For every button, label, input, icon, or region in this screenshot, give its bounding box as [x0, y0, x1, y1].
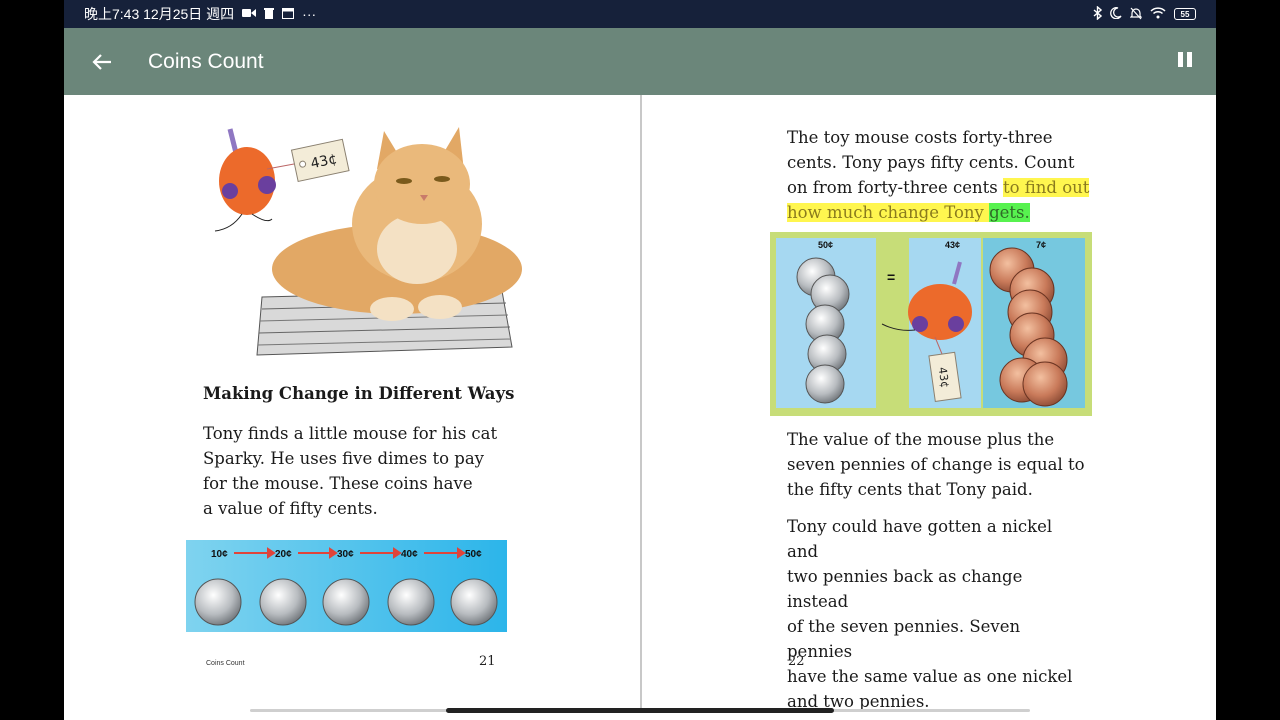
text-line: The value of the mouse plus the — [787, 430, 1055, 449]
left-paragraph: Tony finds a little mouse for his cat Sp… — [203, 421, 503, 521]
text-line: seven pennies of change is equal to — [787, 455, 1085, 474]
dime-label: 20¢ — [275, 549, 292, 560]
dime-coin — [194, 578, 242, 626]
footer-book-title: Coins Count — [206, 660, 245, 667]
dime-coin — [450, 578, 498, 626]
calendar-icon — [282, 7, 295, 21]
highlighted-text: to find out — [1002, 178, 1090, 197]
pause-icon — [1178, 52, 1183, 67]
page-number-left: 21 — [479, 654, 496, 669]
text-line: have the same value as one nickel — [787, 667, 1073, 686]
section-heading: Making Change in Different Ways — [203, 384, 515, 403]
dime-coin — [259, 578, 307, 626]
trash-icon — [264, 7, 275, 21]
equation-label-left: 50¢ — [818, 240, 833, 250]
dime-coin — [387, 578, 435, 626]
toy-mouse-image — [214, 128, 295, 232]
text-line: two pennies back as change instead — [787, 567, 1023, 611]
right-paragraph-3: Tony could have gotten a nickel and two … — [787, 514, 1087, 714]
text-line: the fifty cents that Tony paid. — [787, 480, 1033, 499]
current-word-highlight: gets. — [989, 203, 1030, 222]
moon-icon — [1110, 7, 1122, 21]
text-line: on from forty-three cents to find out — [787, 175, 1090, 200]
bluetooth-icon — [1093, 5, 1103, 22]
status-time: 晚上7:43 12月25日 週四 — [84, 6, 235, 22]
page-number-right: 22 — [788, 654, 805, 669]
dime-label: 50¢ — [465, 549, 482, 560]
text-line: for the mouse. These coins have — [203, 474, 473, 493]
pause-button[interactable] — [1178, 52, 1192, 70]
text-line: how much change Tony gets. — [787, 200, 1087, 225]
text-line: Sparky. He uses five dimes to pay — [203, 449, 485, 468]
bell-muted-icon — [1129, 7, 1143, 22]
arrow-left-icon — [92, 53, 111, 70]
text-line: a value of fifty cents. — [203, 499, 378, 518]
back-button[interactable] — [64, 28, 140, 95]
text-line: Tony could have gotten a nickel and — [787, 517, 1053, 561]
app-title: Coins Count — [148, 49, 264, 73]
more-notifications-icon: ··· — [302, 6, 317, 22]
right-paragraph-2: The value of the mouse plus the seven pe… — [787, 427, 1087, 502]
equals-sign: = — [887, 269, 895, 285]
equation-label-right: 7¢ — [1036, 240, 1046, 250]
dime-coin — [805, 364, 845, 404]
battery-icon: 55 — [1174, 8, 1196, 20]
text-line: cents. Tony pays fifty cents. Count — [787, 153, 1075, 172]
cat-and-mouse-illustration: 43¢ — [212, 119, 532, 369]
text-line: The toy mouse costs forty-three — [787, 128, 1053, 147]
dime-label: 10¢ — [211, 549, 228, 560]
change-equation-illustration: 50¢ 43¢ 7¢ = 43¢ — [770, 232, 1092, 416]
penny-coin — [1022, 361, 1068, 407]
highlighted-text: how much change Tony — [787, 203, 990, 222]
video-icon — [242, 8, 257, 20]
equation-label-middle: 43¢ — [945, 240, 960, 250]
text-span: on from forty-three cents — [787, 178, 1003, 197]
status-bar: 晚上7:43 12月25日 週四 ··· 55 — [64, 0, 1216, 28]
dime-label: 40¢ — [401, 549, 418, 560]
text-line: of the seven pennies. Seven pennies — [787, 617, 1021, 661]
gesture-navigation-bar[interactable] — [446, 708, 834, 713]
wifi-icon — [1150, 7, 1166, 21]
book-spread: 43¢ Making Change in Different Ways Tony… — [64, 95, 1216, 720]
text-line: Tony finds a little mouse for his cat — [203, 424, 498, 443]
dime-count-illustration: 10¢ 20¢ 30¢ 40¢ 50¢ — [186, 540, 507, 632]
book-spine — [640, 95, 642, 710]
right-paragraph-1: The toy mouse costs forty-three cents. T… — [787, 125, 1090, 225]
dime-coin — [322, 578, 370, 626]
dime-label: 30¢ — [337, 549, 354, 560]
price-tag: 43¢ — [290, 138, 350, 183]
dime-coins — [194, 578, 498, 626]
app-bar: Coins Count — [64, 28, 1216, 95]
